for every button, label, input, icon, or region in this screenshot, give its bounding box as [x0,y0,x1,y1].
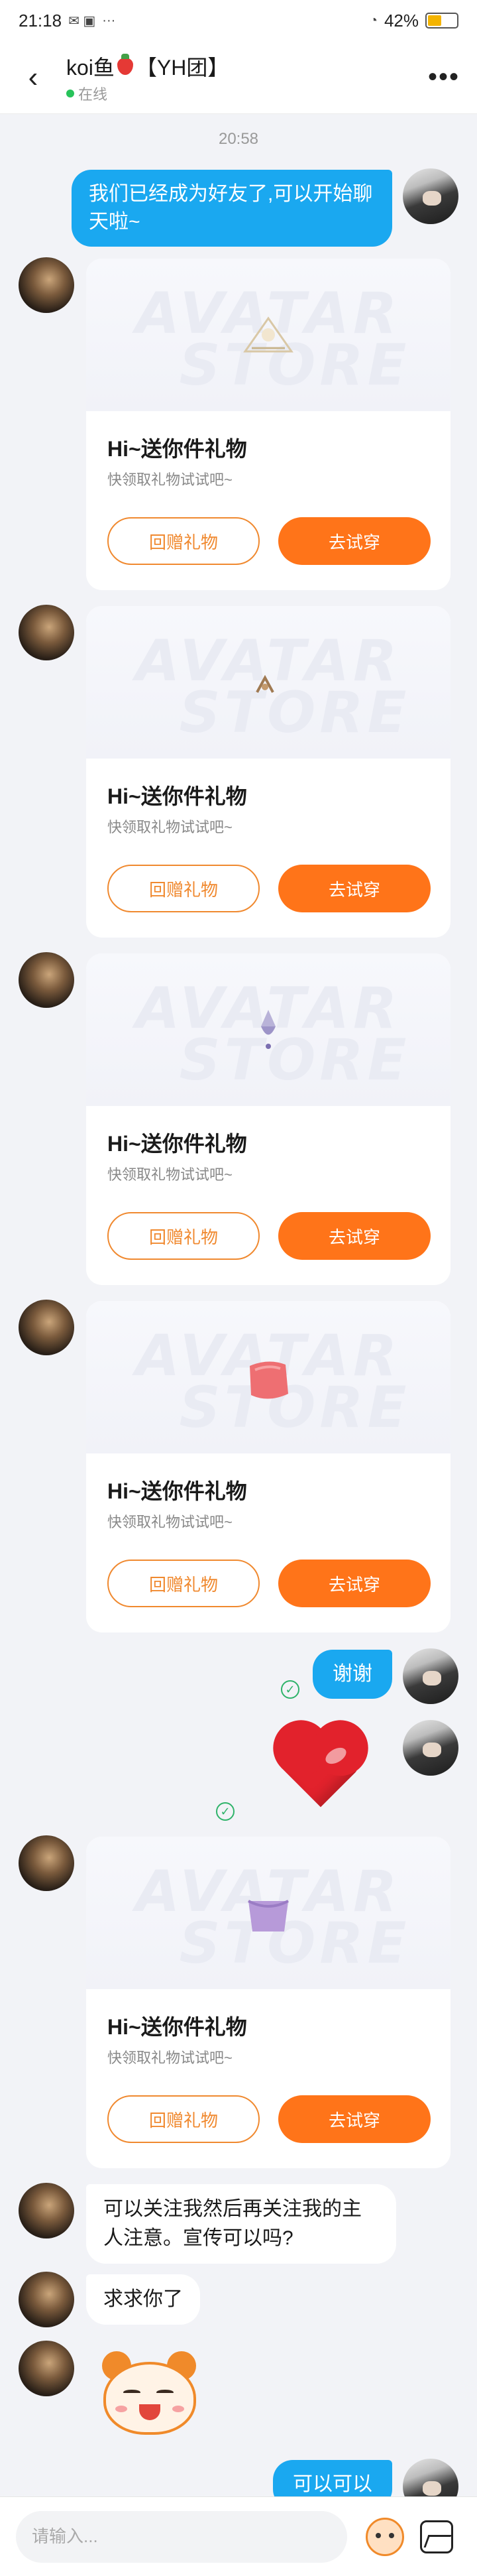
clock: 21:18 [19,10,62,31]
return-gift-button[interactable]: 回赠礼物 [107,2095,260,2143]
gift-item-image [256,674,274,693]
gift-item-image [248,1900,289,1932]
gift-subtitle: 快领取礼物试试吧~ [107,2050,233,2066]
contact-avatar[interactable] [19,1300,74,1355]
strawberry-icon [117,53,133,75]
heart-sticker[interactable] [268,1727,367,1813]
gift-item-image [261,1010,276,1049]
battery-icon [425,13,458,29]
gift-card: AVATAR STORE Hi~送你件礼物 快领取礼物试试吧~ 回赠礼物 去试穿 [86,606,450,938]
more-options-button[interactable]: ••• [411,41,477,114]
message-input-bar [0,2496,477,2576]
gift-card: AVATAR STORE Hi~送你件礼物 快领取礼物试试吧~ 回赠礼物 去试穿 [86,259,450,590]
online-status: 在线 [66,83,229,104]
read-check-icon: ✓ [216,1802,235,1821]
my-avatar[interactable] [403,1648,458,1704]
message-timestamp: 20:58 [218,130,259,148]
message-bubble-me[interactable]: 谢谢 [313,1650,392,1699]
read-check-icon: ✓ [281,1680,299,1699]
contact-avatar[interactable] [19,257,74,313]
status-bar: 21:18 ✉ ▣ ··· ◔ 42% [0,0,477,41]
try-on-button[interactable]: 去试穿 [278,1212,431,1260]
chat-header: ‹ koi鱼 【YH团】 在线 ••• [0,41,477,114]
contact-avatar[interactable] [19,1835,74,1891]
overflow-indicator: ··· [102,13,116,28]
contact-avatar[interactable] [19,605,74,660]
gift-title: Hi~送你件礼物 [107,437,247,461]
heart-icon [281,1728,360,1808]
avatar-store-watermark: STORE [179,680,411,746]
gift-subtitle: 快领取礼物试试吧~ [107,471,233,488]
gift-card: AVATAR STORE Hi~送你件礼物 快领取礼物试试吧~ 回赠礼物 去试穿 [86,1301,450,1632]
cartoon-sticker[interactable] [93,2347,205,2447]
back-button[interactable]: ‹ [0,41,66,114]
more-icon: ••• [427,62,460,92]
sticker-eye [123,2390,140,2395]
message-bubble-other[interactable]: 可以关注我然后再关注我的主人注意。宣传可以吗? [86,2184,396,2264]
return-gift-button[interactable]: 回赠礼物 [107,517,260,565]
contact-avatar[interactable] [19,2341,74,2396]
sticker-eye [156,2390,174,2395]
back-arrow-icon: ‹ [28,60,38,93]
sticker-blush [172,2406,184,2412]
try-on-button[interactable]: 去试穿 [278,865,431,912]
gift-title: Hi~送你件礼物 [107,2015,247,2039]
gift-item-image [250,1361,288,1399]
online-dot-icon [66,89,74,97]
contact-name: koi鱼 [66,55,115,80]
return-gift-button[interactable]: 回赠礼物 [107,1560,260,1607]
gift-subtitle: 快领取礼物试试吧~ [107,1514,233,1530]
my-avatar[interactable] [403,1720,458,1776]
sticker-blush [115,2406,127,2412]
gift-item-image [243,316,293,353]
contact-avatar[interactable] [19,2183,74,2239]
online-label: 在线 [78,86,108,103]
return-gift-button[interactable]: 回赠礼物 [107,865,260,912]
contact-group: 【YH团】 [135,55,229,80]
message-input[interactable] [16,2510,347,2563]
try-on-button[interactable]: 去试穿 [278,2095,431,2143]
try-on-button[interactable]: 去试穿 [278,517,431,565]
message-bubble-other[interactable]: 求求你了 [86,2274,200,2325]
contact-avatar[interactable] [19,2272,74,2327]
wifi-icon: ◔ [369,13,378,28]
gift-subtitle: 快领取礼物试试吧~ [107,1166,233,1183]
message-bubble-me[interactable]: 我们已经成为好友了,可以开始聊天啦~ [72,170,392,247]
gift-title: Hi~送你件礼物 [107,1479,247,1503]
return-gift-button[interactable]: 回赠礼物 [107,1212,260,1260]
gift-banner: AVATAR STORE [86,953,450,1106]
gift-card: AVATAR STORE Hi~送你件礼物 快领取礼物试试吧~ 回赠礼物 去试穿 [86,953,450,1285]
notification-icons: ✉ ▣ [68,13,96,29]
gift-banner: AVATAR STORE [86,1301,450,1453]
chat-title: koi鱼 【YH团】 [66,51,229,82]
gift-banner: AVATAR STORE [86,1837,450,1989]
battery-percent: 42% [384,10,419,31]
my-avatar[interactable] [403,168,458,224]
gift-banner: AVATAR STORE [86,606,450,759]
gift-title: Hi~送你件礼物 [107,1132,247,1156]
contact-avatar[interactable] [19,952,74,1008]
sticker-face [103,2362,196,2435]
gift-subtitle: 快领取礼物试试吧~ [107,819,233,835]
image-picker-button[interactable] [420,2520,453,2553]
try-on-button[interactable]: 去试穿 [278,1560,431,1607]
gift-title: Hi~送你件礼物 [107,784,247,808]
gift-banner: AVATAR STORE [86,259,450,411]
gift-card: AVATAR STORE Hi~送你件礼物 快领取礼物试试吧~ 回赠礼物 去试穿 [86,1837,450,2168]
emoji-sticker-button[interactable] [366,2517,404,2556]
